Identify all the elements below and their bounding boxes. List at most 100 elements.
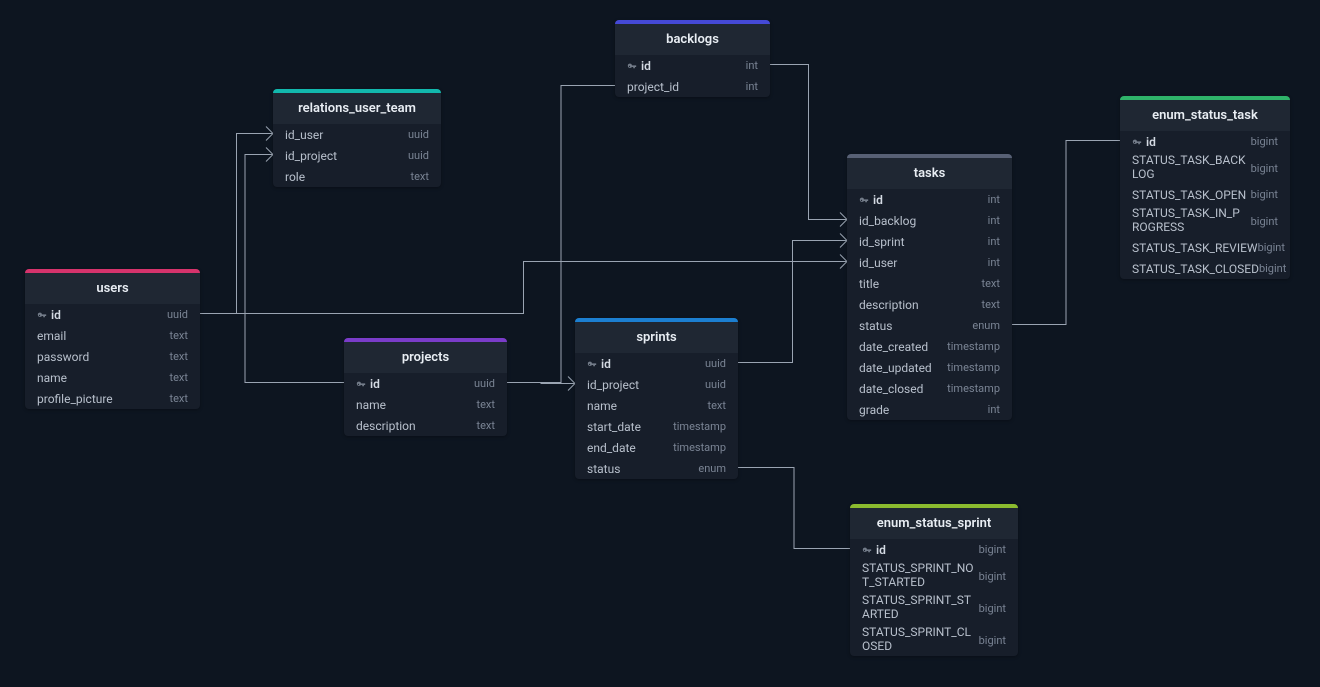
- table-column-row: gradeint: [847, 399, 1012, 420]
- column-name: STATUS_SPRINT_CLOSED: [862, 626, 975, 654]
- table-column-row: iduuid: [344, 373, 507, 394]
- column-type: timestamp: [673, 420, 726, 433]
- column-name: role: [285, 170, 305, 184]
- column-name: id: [862, 543, 886, 557]
- table-column-row: STATUS_SPRINT_CLOSED bigint: [850, 624, 1018, 656]
- table-column-row: profile_picture text: [25, 388, 200, 409]
- column-name: id: [37, 308, 61, 322]
- column-name: start_date: [587, 420, 641, 434]
- table-column-row: idint: [847, 189, 1012, 210]
- column-name: id_sprint: [859, 235, 905, 249]
- key-icon: [859, 195, 869, 205]
- table-column-row: description text: [847, 294, 1012, 315]
- table-column-row: id_useruuid: [273, 124, 441, 145]
- table-column-row: STATUS_TASK_REVIEWbigint: [1120, 237, 1290, 258]
- column-name: id: [859, 193, 883, 207]
- column-type: timestamp: [673, 441, 726, 454]
- table-column-row: password text: [25, 346, 200, 367]
- column-name: STATUS_TASK_REVIEW: [1132, 241, 1258, 255]
- key-icon: [627, 61, 637, 71]
- column-name: name: [37, 371, 67, 385]
- key-icon: [862, 545, 872, 555]
- column-name: password: [37, 350, 89, 364]
- column-type: text: [708, 399, 727, 412]
- table-tasks[interactable]: tasksidintid_backlogintid_sprintintid_us…: [847, 154, 1012, 420]
- column-name: name: [356, 398, 386, 412]
- column-name: status: [859, 319, 892, 333]
- table-relations_user_team[interactable]: relations_user_teamid_useruuidid_project…: [273, 89, 441, 187]
- column-name: date_closed: [859, 382, 923, 396]
- table-column-row: status enum: [847, 315, 1012, 336]
- diagram-canvas[interactable]: usersiduuidemailtextpasswordtextnametext…: [0, 0, 1320, 687]
- table-users[interactable]: usersiduuidemailtextpasswordtextnametext…: [25, 269, 200, 409]
- column-type: bigint: [1251, 162, 1278, 175]
- table-column-row: project_idint: [615, 76, 770, 97]
- table-enum_status_sprint[interactable]: enum_status_sprintidbigintSTATUS_SPRINT_…: [850, 504, 1018, 656]
- column-type: bigint: [979, 634, 1006, 647]
- column-name: id: [1132, 135, 1156, 149]
- table-column-row: id_project uuid: [273, 145, 441, 166]
- column-name: grade: [859, 403, 889, 417]
- table-column-row: STATUS_SPRINT_STARTED bigint: [850, 592, 1018, 624]
- table-column-row: name text: [25, 367, 200, 388]
- table-column-row: id_backlogint: [847, 210, 1012, 231]
- column-type: int: [746, 59, 758, 72]
- table-column-row: date_created timestamp: [847, 336, 1012, 357]
- column-type: text: [170, 392, 189, 405]
- column-type: text: [477, 419, 496, 432]
- table-column-row: status enum: [575, 458, 738, 479]
- column-name: profile_picture: [37, 392, 113, 406]
- column-type: bigint: [1251, 135, 1278, 148]
- table-column-row: STATUS_TASK_CLOSEDbigint: [1120, 258, 1290, 279]
- key-icon: [356, 379, 366, 389]
- table-enum_status_task[interactable]: enum_status_taskidbigintSTATUS_TASK_BACK…: [1120, 96, 1290, 279]
- column-type: text: [170, 350, 189, 363]
- table-column-row: STATUS_SPRINT_NOT_STARTED bigint: [850, 560, 1018, 592]
- table-sprints[interactable]: sprintsiduuidid_projectuuidnametextstart…: [575, 318, 738, 479]
- column-name: name: [587, 399, 617, 413]
- column-type: bigint: [979, 602, 1006, 615]
- table-backlogs[interactable]: backlogsidintproject_idint: [615, 20, 770, 97]
- column-type: enum: [972, 319, 1000, 332]
- column-type: text: [170, 371, 189, 384]
- column-type: uuid: [408, 149, 429, 162]
- column-name: STATUS_SPRINT_STARTED: [862, 594, 975, 622]
- column-name: STATUS_TASK_CLOSED: [1132, 262, 1259, 276]
- table-column-row: idint: [615, 55, 770, 76]
- column-type: bigint: [1258, 241, 1285, 254]
- column-type: uuid: [167, 308, 188, 321]
- column-type: int: [988, 256, 1000, 269]
- column-type: text: [982, 277, 1001, 290]
- column-name: STATUS_TASK_OPEN: [1132, 188, 1246, 202]
- column-type: bigint: [979, 543, 1006, 556]
- column-name: title: [859, 277, 879, 291]
- table-column-row: STATUS_TASK_OPENbigint: [1120, 184, 1290, 205]
- table-projects[interactable]: projectsiduuidnametextdescriptiontext: [344, 338, 507, 436]
- table-column-row: id_sprint int: [847, 231, 1012, 252]
- column-name: STATUS_SPRINT_NOT_STARTED: [862, 562, 975, 590]
- table-header: backlogs: [615, 24, 770, 55]
- table-column-row: id bigint: [850, 539, 1018, 560]
- column-type: text: [982, 298, 1001, 311]
- table-column-row: descriptiontext: [344, 415, 507, 436]
- column-type: bigint: [979, 570, 1006, 583]
- column-type: text: [477, 398, 496, 411]
- column-type: timestamp: [947, 340, 1000, 353]
- table-column-row: name text: [344, 394, 507, 415]
- column-type: int: [988, 235, 1000, 248]
- column-type: text: [411, 170, 430, 183]
- column-name: date_created: [859, 340, 928, 354]
- column-name: status: [587, 462, 620, 476]
- table-header: sprints: [575, 322, 738, 353]
- column-type: uuid: [705, 378, 726, 391]
- column-name: date_updated: [859, 361, 932, 375]
- table-column-row: id_projectuuid: [575, 374, 738, 395]
- column-name: id_project: [285, 149, 337, 163]
- column-type: timestamp: [947, 382, 1000, 395]
- column-type: text: [170, 329, 189, 342]
- column-type: enum: [698, 462, 726, 475]
- column-name: description: [859, 298, 919, 312]
- column-type: uuid: [705, 357, 726, 370]
- column-type: int: [746, 80, 758, 93]
- table-column-row: STATUS_TASK_IN_PROGRESSbigint: [1120, 205, 1290, 237]
